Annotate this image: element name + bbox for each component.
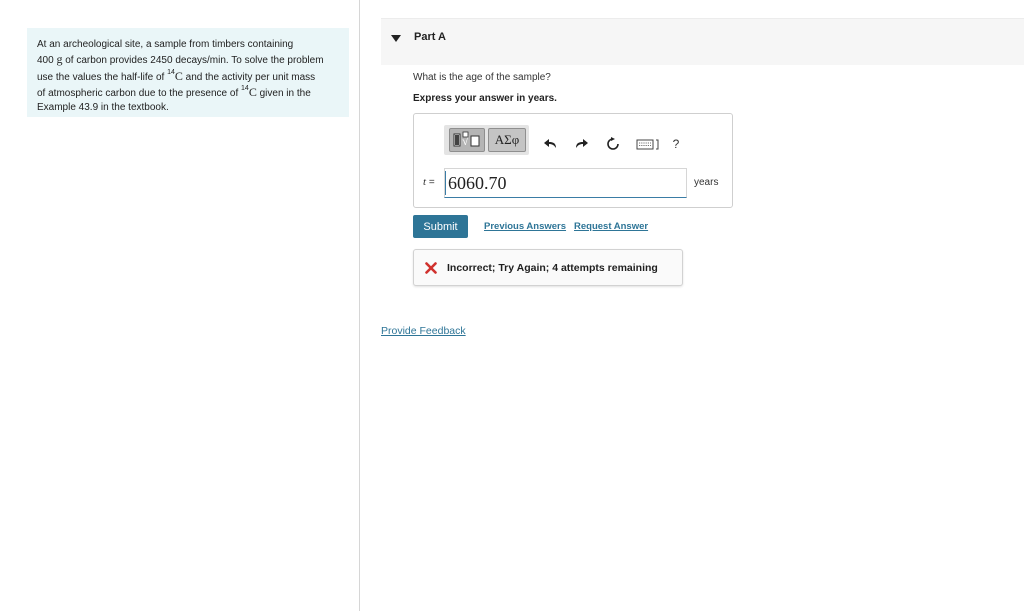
redo-icon[interactable] xyxy=(573,136,589,152)
request-answer-link[interactable]: Request Answer xyxy=(574,221,648,232)
answer-instruction: Express your answer in years. xyxy=(413,93,557,104)
undo-icon[interactable] xyxy=(543,136,559,152)
unit-label: years xyxy=(694,177,719,188)
isotope-symbol: C xyxy=(174,68,183,83)
problem-line-1: At an archeological site, a sample from … xyxy=(37,38,339,52)
isotope-symbol: C xyxy=(248,84,257,99)
problem-text: of carbon provides 2450 decays/min. To s… xyxy=(62,55,324,67)
incorrect-x-icon xyxy=(425,262,437,274)
collapse-triangle-icon[interactable] xyxy=(391,35,401,43)
problem-text: At an archeological site, a sample from … xyxy=(37,39,294,50)
variable-label: t = xyxy=(423,176,435,188)
previous-answers-link[interactable]: Previous Answers xyxy=(484,221,566,232)
isotope-mass-number: 14 xyxy=(167,68,175,76)
problem-line-4: of atmospheric carbon due to the presenc… xyxy=(37,85,339,101)
help-icon[interactable]: ? xyxy=(668,136,684,152)
feedback-message-box: Incorrect; Try Again; 4 attempts remaini… xyxy=(413,249,683,286)
problem-line-3: use the values the half-life of 14C and … xyxy=(37,69,339,85)
text-cursor xyxy=(445,171,446,195)
problem-text: of atmospheric carbon due to the presenc… xyxy=(37,87,242,99)
part-header[interactable]: Part A xyxy=(381,18,1024,65)
matrix-template-icon: √ xyxy=(453,131,480,148)
equals-sign: = xyxy=(426,177,435,188)
problem-text: Example 43.9 in the textbook. xyxy=(37,102,169,114)
equation-toolbar: √ ΑΣφ xyxy=(444,125,529,155)
answer-input[interactable]: 6060.70 xyxy=(444,168,687,198)
isotope-mass-number: 14 xyxy=(241,84,249,92)
provide-feedback-link[interactable]: Provide Feedback xyxy=(381,325,466,337)
problem-statement: At an archeological site, a sample from … xyxy=(27,28,349,117)
question-text: What is the age of the sample? xyxy=(413,72,551,83)
part-title: Part A xyxy=(414,31,446,43)
reset-icon[interactable] xyxy=(605,136,621,152)
matrix-template-button[interactable]: √ xyxy=(449,128,485,152)
feedback-text: Incorrect; Try Again; 4 attempts remaini… xyxy=(447,262,658,274)
problem-text: use the values the half-life of xyxy=(37,71,168,83)
panel-divider xyxy=(359,0,360,611)
submit-button[interactable]: Submit xyxy=(413,215,468,238)
problem-text: given in the xyxy=(256,87,311,99)
problem-text: and the activity per unit mass xyxy=(182,71,316,83)
greek-symbols-button[interactable]: ΑΣφ xyxy=(488,128,526,152)
keyboard-icon[interactable] xyxy=(636,136,660,152)
problem-line-5: Example 43.9 in the textbook. xyxy=(37,101,339,115)
answer-box: √ ΑΣφ ? t = 6060.70 years xyxy=(413,113,733,208)
problem-text: 400 xyxy=(37,55,57,67)
left-panel: At an archeological site, a sample from … xyxy=(0,0,359,611)
problem-line-2: 400 g of carbon provides 2450 decays/min… xyxy=(37,52,339,68)
